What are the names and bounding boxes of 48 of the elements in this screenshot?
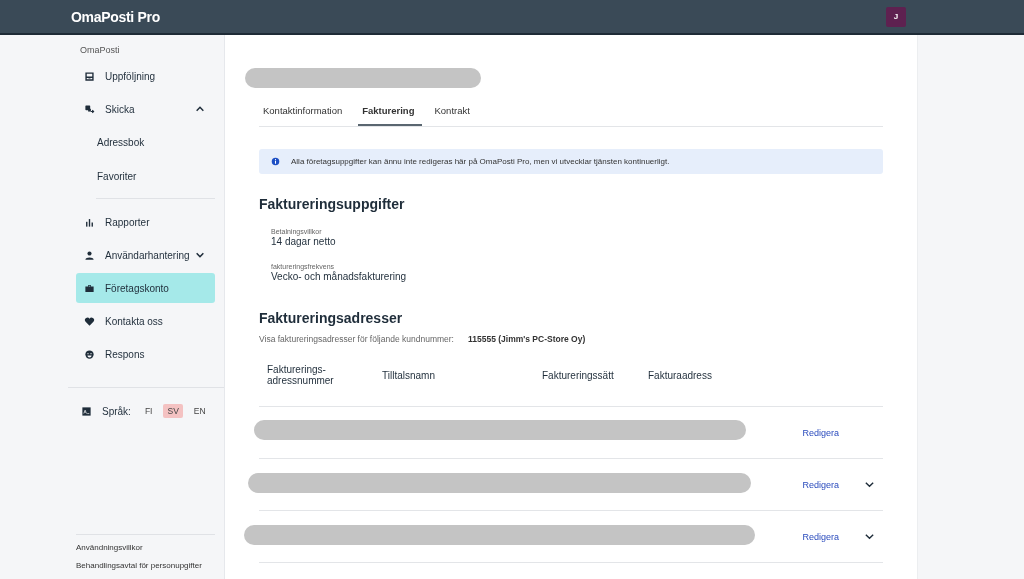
inbox-icon [84, 70, 95, 82]
nav-item[interactable]: Rapporter [76, 207, 215, 237]
chevron-down-icon[interactable] [864, 479, 875, 490]
footer-link[interactable]: Behandlingsavtal för personupgifter [76, 561, 215, 570]
chevron-up-icon [195, 104, 205, 114]
person-icon [84, 249, 95, 261]
user-avatar[interactable]: J [886, 6, 906, 27]
language-label: Språk: [102, 405, 131, 417]
nav-subitem[interactable]: Adressbok [76, 127, 215, 158]
section-label: OmaPosti [80, 45, 121, 55]
chevron-down-icon[interactable] [864, 531, 875, 542]
tab[interactable]: Kontaktinformation [259, 101, 351, 126]
nav-item[interactable]: Användarhantering [76, 240, 215, 270]
customer-number: 115555 (Jimm's PC-Store Oy) [467, 334, 586, 344]
column-header: Fakturerings-adressnummer [266, 364, 335, 386]
nav-item[interactable]: Respons [76, 339, 215, 369]
chevron-down-icon [195, 250, 205, 260]
heart-icon [84, 315, 95, 327]
language-option[interactable]: EN [189, 404, 210, 418]
edit-link[interactable]: Redigera [802, 531, 839, 542]
parcels-icon [84, 103, 95, 115]
bar-chart-icon [84, 216, 95, 228]
edit-link[interactable]: Redigera [802, 479, 839, 490]
field-value: 14 dagar netto [271, 236, 337, 247]
smiley-icon [84, 348, 95, 360]
footer-link[interactable]: Användningsvillkor [76, 543, 215, 552]
nav-item[interactable]: Uppföljning [76, 61, 215, 91]
column-header: Tilltalsnamn [381, 369, 436, 381]
tab[interactable]: Fakturering [358, 101, 423, 126]
language-icon [81, 405, 92, 417]
field-value: Vecko- och månadsfakturering [271, 271, 408, 282]
app-logo[interactable]: OmaPosti Pro [71, 8, 160, 25]
column-header: Faktureringssätt [541, 369, 615, 381]
section-heading: Faktureringsuppgifter [259, 196, 406, 212]
briefcase-icon [84, 282, 95, 294]
section-heading: Faktureringsadresser [259, 310, 404, 326]
language-option[interactable]: SV [163, 404, 183, 418]
language-option[interactable]: FI [140, 404, 157, 418]
column-header: Fakturaadress [647, 369, 713, 381]
edit-link[interactable]: Redigera [802, 427, 839, 438]
nav-item[interactable]: Kontakta oss [76, 306, 215, 336]
info-text: Alla företagsuppgifter kan ännu inte redigeras här på OmaPosti Pro, men vi utvecklar tjänsten kontinuerligt. [291, 157, 670, 166]
nav-item[interactable]: Skicka [76, 94, 215, 124]
nav-item[interactable]: Företagskonto [76, 273, 215, 303]
info-icon [271, 157, 280, 166]
tab[interactable]: Kontrakt [430, 101, 478, 126]
nav-subitem[interactable]: Favoriter [76, 161, 215, 192]
filter-label: Visa faktureringsadresser för följande kundnummer: [259, 334, 454, 344]
